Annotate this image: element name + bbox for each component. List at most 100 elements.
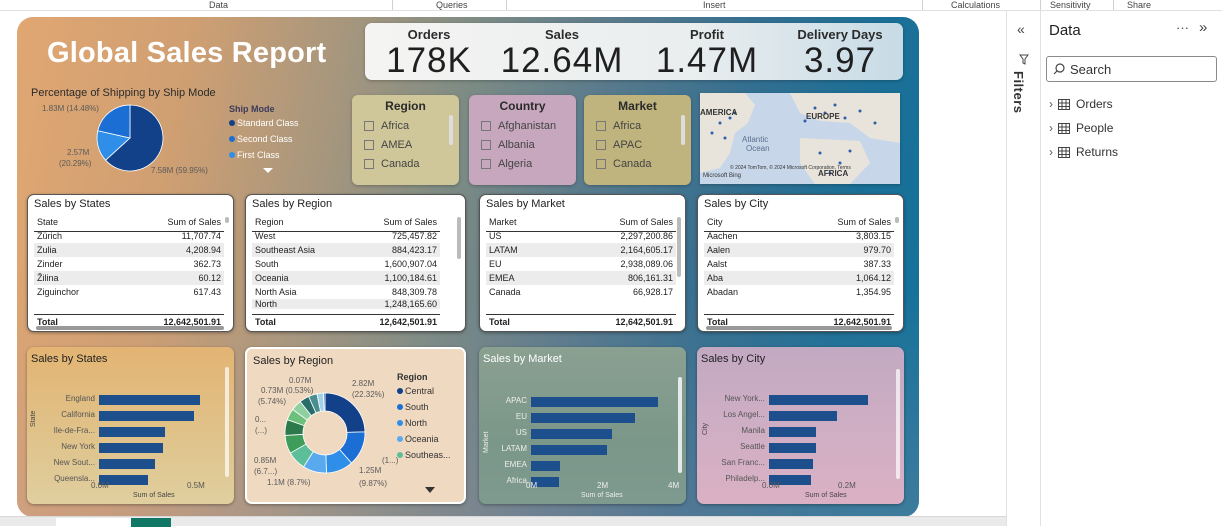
bar[interactable] bbox=[531, 397, 658, 407]
legend-item-southeast[interactable]: Southeas... bbox=[397, 450, 451, 460]
scrollbar[interactable] bbox=[449, 115, 453, 145]
collapse-icon[interactable]: « bbox=[1017, 21, 1025, 37]
column-header[interactable]: Sum of Sales bbox=[777, 215, 894, 229]
legend-item-central[interactable]: Central bbox=[397, 386, 451, 396]
ribbon-group-share[interactable]: Share bbox=[1127, 0, 1151, 10]
tree-item-orders[interactable]: › Orders bbox=[1049, 97, 1113, 111]
slicer-option[interactable]: Albania bbox=[481, 139, 576, 151]
legend-item-first[interactable]: First Class bbox=[229, 150, 299, 160]
slicer-option[interactable]: Afghanistan bbox=[481, 120, 576, 132]
slicer-option[interactable]: APAC bbox=[596, 139, 691, 151]
checkbox[interactable] bbox=[364, 159, 374, 169]
bar[interactable] bbox=[99, 427, 165, 437]
scrollbar[interactable] bbox=[895, 217, 899, 223]
expand-icon[interactable]: » bbox=[1199, 19, 1207, 36]
slicer-option[interactable]: Canada bbox=[596, 158, 691, 170]
table-sales-by-region[interactable]: Sales by Region Region Sum of Sales West 7… bbox=[245, 194, 466, 332]
chart-sales-by-region-donut[interactable]: Sales by Region 0.07M 0.73M (0.53%) (5.7… bbox=[245, 347, 466, 504]
bar[interactable] bbox=[531, 429, 613, 439]
checkbox[interactable] bbox=[364, 140, 374, 150]
checkbox[interactable] bbox=[364, 121, 374, 131]
column-header[interactable]: Sum of Sales bbox=[351, 215, 440, 229]
kpi-card[interactable]: Orders 178K Sales 12.64M Profit 1.47M De… bbox=[365, 23, 903, 80]
bar[interactable] bbox=[99, 459, 156, 469]
bar[interactable] bbox=[769, 411, 838, 421]
legend-item-second[interactable]: Second Class bbox=[229, 134, 299, 144]
scrollbar[interactable] bbox=[681, 115, 685, 145]
scrollbar[interactable] bbox=[678, 377, 682, 473]
chevron-right-icon[interactable]: › bbox=[1049, 145, 1053, 159]
ribbon-group-data[interactable]: Data bbox=[209, 0, 228, 10]
table-sales-by-city[interactable]: Sales by City City Sum of Sales Aachen 3,8… bbox=[697, 194, 904, 332]
slicer-country-title: Country bbox=[499, 99, 546, 113]
bar[interactable] bbox=[99, 443, 163, 453]
tree-item-people[interactable]: › People bbox=[1049, 121, 1113, 135]
scrollbar[interactable] bbox=[225, 367, 229, 477]
scrollbar[interactable] bbox=[896, 369, 900, 479]
scrollbar[interactable] bbox=[225, 217, 229, 223]
ribbon-group-insert[interactable]: Insert bbox=[703, 0, 726, 10]
column-header[interactable]: Sum of Sales bbox=[119, 215, 224, 229]
bar[interactable] bbox=[769, 427, 816, 437]
slicer-country[interactable]: Country Afghanistan Albania Algeria bbox=[469, 95, 576, 185]
search-input[interactable]: Search bbox=[1046, 56, 1217, 82]
checkbox[interactable] bbox=[481, 140, 491, 150]
chart-sales-by-market[interactable]: Sales by Market APAC EU US LATAM EMEA Africa … bbox=[479, 347, 686, 504]
table-sales-by-states[interactable]: Sales by States State Sum of Sales Zürich… bbox=[27, 194, 234, 332]
scrollbar[interactable] bbox=[706, 326, 892, 330]
slicer-option[interactable]: Africa bbox=[364, 120, 459, 132]
region-donut-slice[interactable] bbox=[323, 392, 326, 412]
scrollbar[interactable] bbox=[677, 217, 681, 277]
shipping-pie-chart[interactable] bbox=[95, 103, 165, 173]
chevron-right-icon[interactable]: › bbox=[1049, 121, 1053, 135]
legend-item-south[interactable]: South bbox=[397, 402, 451, 412]
scrollbar[interactable] bbox=[457, 217, 461, 259]
chart-sales-by-city[interactable]: Sales by City New York... Los Angel... Man… bbox=[697, 347, 904, 504]
donut-chart[interactable] bbox=[283, 391, 367, 475]
chevron-down-icon[interactable] bbox=[262, 167, 274, 175]
checkbox[interactable] bbox=[596, 159, 606, 169]
slicer-region[interactable]: Region Africa AMEA Canada bbox=[352, 95, 459, 185]
bar[interactable] bbox=[769, 395, 869, 405]
slicer-market[interactable]: Market Africa APAC Canada bbox=[584, 95, 691, 185]
filters-label[interactable]: Filters bbox=[1011, 71, 1026, 114]
map-visual[interactable]: AMERICA EUROPE Atlantic Ocean AFRICA © 2… bbox=[700, 93, 900, 184]
filters-pane[interactable]: « Filters bbox=[1006, 11, 1040, 526]
column-header[interactable]: Region bbox=[252, 215, 351, 229]
legend-item-north[interactable]: North bbox=[397, 418, 451, 428]
chevron-right-icon[interactable]: › bbox=[1049, 97, 1053, 111]
table-cell: Aalst bbox=[707, 259, 728, 269]
checkbox[interactable] bbox=[481, 159, 491, 169]
bar[interactable] bbox=[99, 411, 194, 421]
scrollbar[interactable] bbox=[36, 326, 224, 330]
more-options-icon[interactable]: ··· bbox=[1176, 20, 1189, 35]
ribbon-group-calculations[interactable]: Calculations bbox=[951, 0, 1000, 10]
bar[interactable] bbox=[769, 459, 813, 469]
checkbox[interactable] bbox=[596, 140, 606, 150]
column-header[interactable]: Market bbox=[486, 215, 559, 229]
slicer-option-label: AMEA bbox=[381, 139, 413, 151]
column-header[interactable]: State bbox=[34, 215, 119, 229]
bar[interactable] bbox=[531, 413, 635, 423]
chevron-down-icon[interactable] bbox=[425, 487, 435, 493]
bar[interactable] bbox=[99, 395, 200, 405]
slicer-option[interactable]: Canada bbox=[364, 158, 459, 170]
checkbox[interactable] bbox=[596, 121, 606, 131]
ribbon-group-sensitivity[interactable]: Sensitivity bbox=[1050, 0, 1091, 10]
checkbox[interactable] bbox=[481, 121, 491, 131]
column-header[interactable]: Sum of Sales bbox=[559, 215, 676, 229]
slicer-option[interactable]: Africa bbox=[596, 120, 691, 132]
column-header[interactable]: City bbox=[704, 215, 777, 229]
bar[interactable] bbox=[531, 445, 608, 455]
table-sales-by-market[interactable]: Sales by Market Market Sum of Sales US 2,2… bbox=[479, 194, 686, 332]
bar[interactable] bbox=[769, 443, 816, 453]
legend-item-standard[interactable]: Standard Class bbox=[229, 118, 299, 128]
donut-legend-title: Region bbox=[397, 372, 428, 382]
tree-item-returns[interactable]: › Returns bbox=[1049, 145, 1118, 159]
slicer-option[interactable]: AMEA bbox=[364, 139, 459, 151]
chart-sales-by-states[interactable]: Sales by States England California Ile-de-… bbox=[27, 347, 234, 504]
legend-item-oceania[interactable]: Oceania bbox=[397, 434, 451, 444]
ribbon-group-queries[interactable]: Queries bbox=[436, 0, 468, 10]
slicer-option[interactable]: Algeria bbox=[481, 158, 576, 170]
bar[interactable] bbox=[531, 461, 560, 471]
